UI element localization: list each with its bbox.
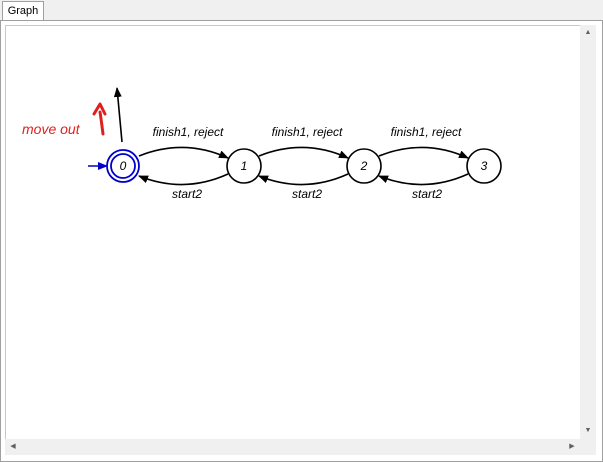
up-arrow-icon[interactable]: ▲	[580, 25, 596, 41]
vertical-scrollbar[interactable]: ▲ ▼	[580, 25, 596, 439]
edge-label-1-2: finish1, reject	[272, 125, 343, 139]
tab-graph[interactable]: Graph	[2, 1, 44, 21]
state-3-label: 3	[481, 159, 488, 173]
edge-2-to-3	[378, 146, 469, 159]
tab-strip: Graph	[0, 0, 603, 21]
edge-1-to-0	[138, 173, 229, 186]
right-arrow-icon[interactable]: ▶	[564, 439, 580, 455]
graph-canvas[interactable]: move out finish1, reject start2 finish1,…	[5, 25, 582, 441]
state-machine-diagram: move out finish1, reject start2 finish1,…	[22, 87, 502, 201]
edge-label-2-3: finish1, reject	[391, 125, 462, 139]
state-2-label: 2	[360, 159, 368, 173]
edge-0-to-1	[138, 146, 229, 159]
edge-3-to-2	[378, 173, 469, 186]
state-3[interactable]: 3	[466, 148, 502, 184]
edge-label-1-0: start2	[172, 187, 202, 201]
edge-label-3-2: start2	[412, 187, 442, 201]
state-0[interactable]: 0	[106, 149, 140, 183]
left-arrow-icon[interactable]: ◀	[5, 439, 21, 455]
horizontal-scrollbar[interactable]: ◀ ▶	[5, 439, 580, 455]
edge-2-to-1	[258, 173, 349, 186]
edge-1-to-2	[258, 146, 349, 159]
state-2[interactable]: 2	[346, 148, 382, 184]
graph-panel: move out finish1, reject start2 finish1,…	[0, 20, 603, 462]
state-1-label: 1	[241, 159, 248, 173]
move-out-edge	[113, 87, 123, 143]
down-arrow-icon[interactable]: ▼	[580, 423, 596, 439]
state-0-label: 0	[120, 159, 127, 173]
scrollbar-corner	[580, 439, 596, 455]
edge-label-2-1: start2	[292, 187, 322, 201]
state-1[interactable]: 1	[226, 148, 262, 184]
edge-label-0-1: finish1, reject	[153, 125, 224, 139]
red-arrow-annotation-icon	[92, 102, 107, 136]
move-out-annotation: move out	[22, 121, 81, 137]
